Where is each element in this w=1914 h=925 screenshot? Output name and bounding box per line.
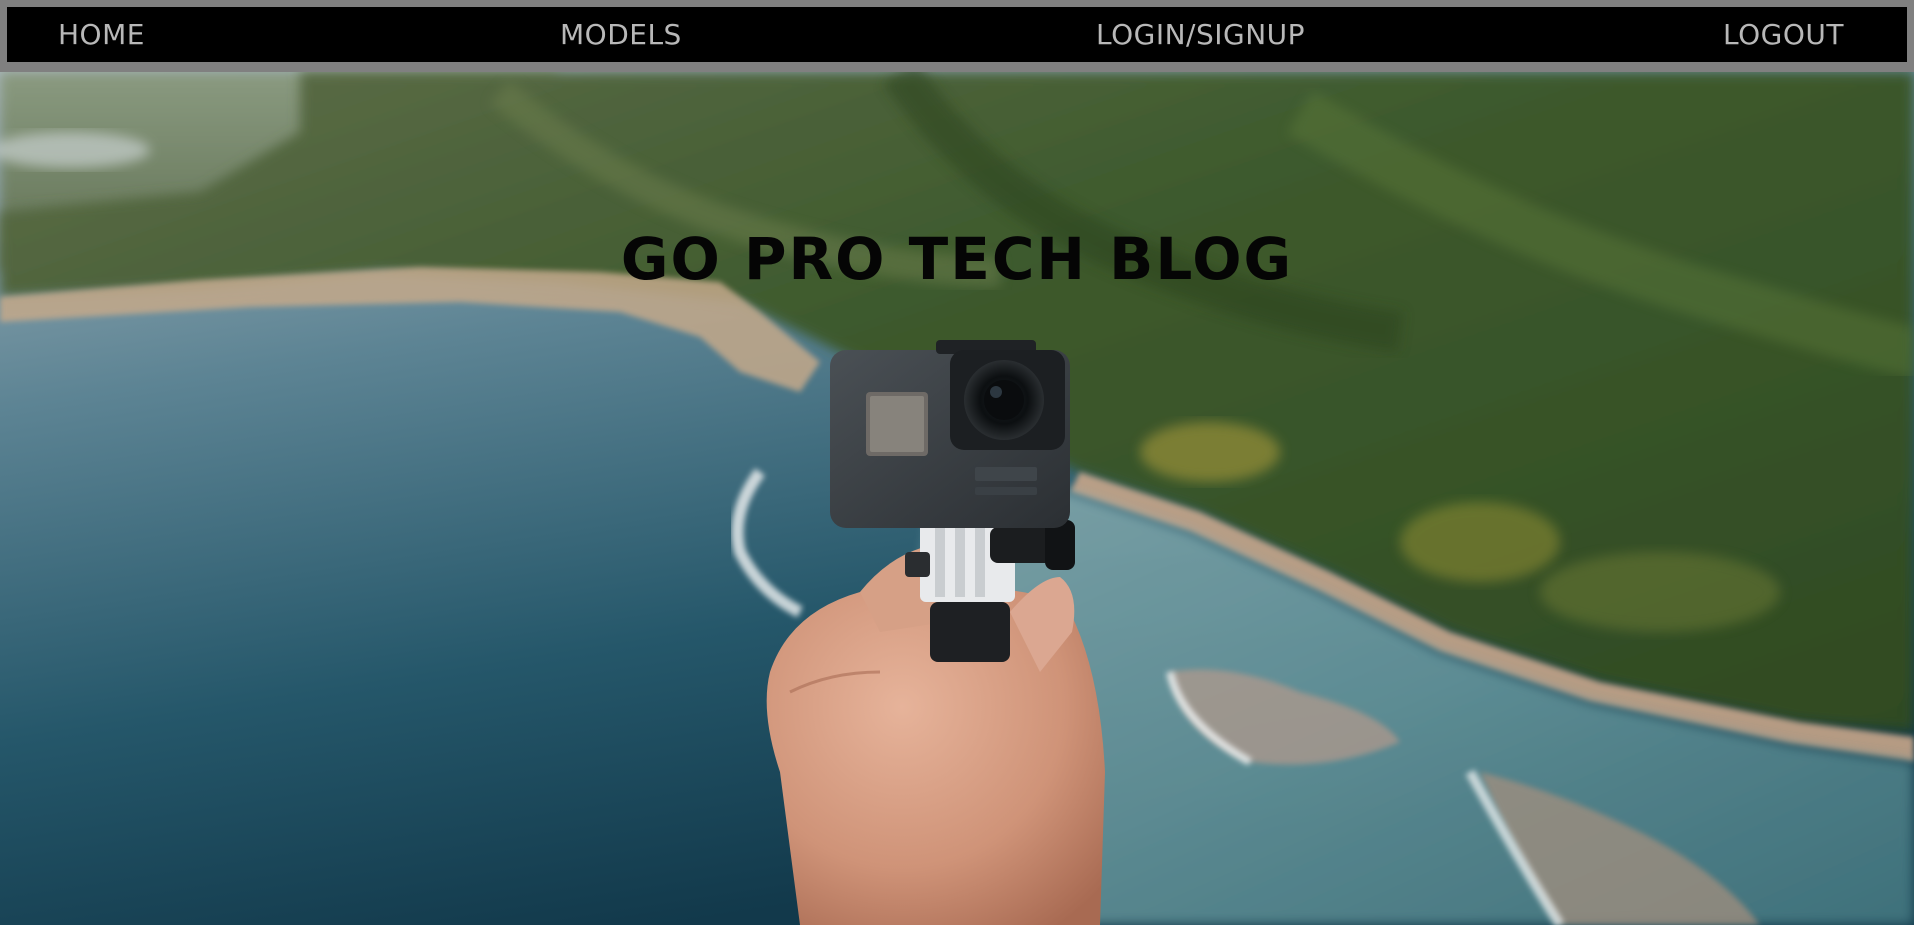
nav-home-link[interactable]: HOME [58, 7, 145, 62]
hero-title: GO PRO TECH BLOG [620, 225, 1294, 293]
page: HOME MODELS LOGIN/SIGNUP LOGOUT GO PRO T… [0, 0, 1914, 925]
nav-login-signup-link[interactable]: LOGIN/SIGNUP [1096, 7, 1305, 62]
hero-background-image [0, 72, 1914, 925]
navbar-frame: HOME MODELS LOGIN/SIGNUP LOGOUT [0, 0, 1914, 72]
hero-section: GO PRO TECH BLOG [0, 72, 1914, 925]
nav-logout-link[interactable]: LOGOUT [1723, 7, 1844, 62]
navbar: HOME MODELS LOGIN/SIGNUP LOGOUT [7, 7, 1907, 62]
nav-models-link[interactable]: MODELS [560, 7, 682, 62]
